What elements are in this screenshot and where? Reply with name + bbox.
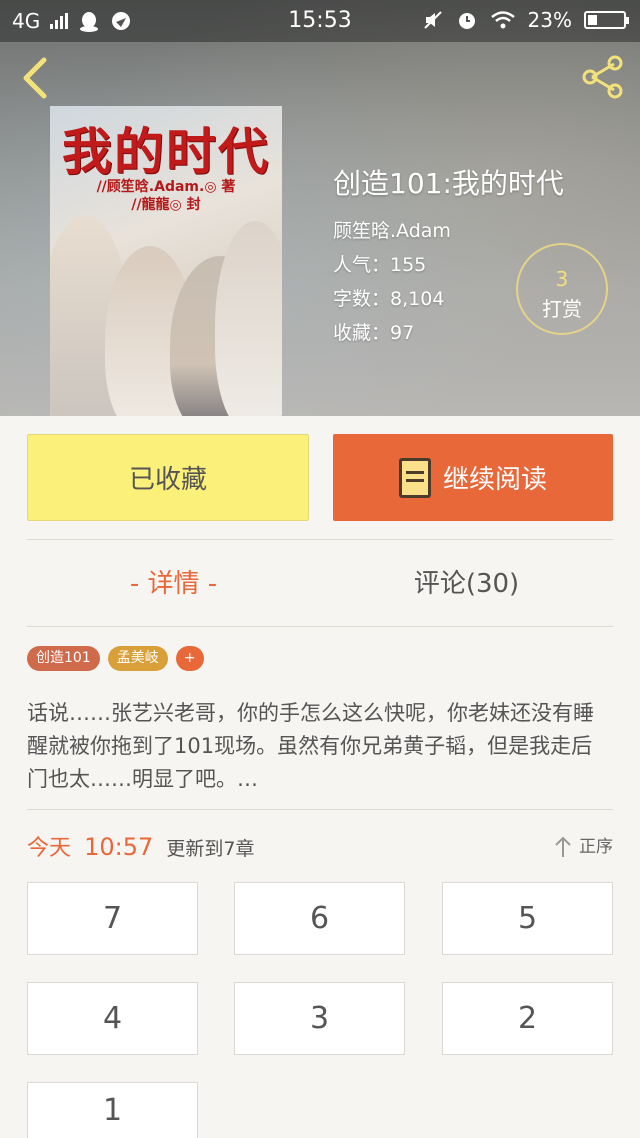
tag-item[interactable]: 创造101 — [27, 646, 100, 671]
wifi-icon — [490, 11, 515, 29]
tip-button[interactable]: 3 打赏 — [516, 243, 608, 335]
chevron-left-icon — [23, 57, 47, 99]
update-text: 更新到7章 — [166, 838, 255, 860]
add-tag-button[interactable]: + — [175, 646, 204, 671]
book-author: 顾笙晗.Adam — [333, 220, 451, 242]
chapter-button[interactable]: 3 — [234, 982, 405, 1055]
sort-order-button[interactable]: 正序 — [553, 827, 613, 867]
favorited-label: 已收藏 — [128, 465, 207, 495]
favorited-button[interactable]: 已收藏 — [27, 434, 309, 521]
arrow-up-icon — [555, 836, 571, 857]
chapter-button[interactable]: 7 — [27, 882, 198, 955]
update-day: 今天 — [27, 836, 72, 861]
tab-comments[interactable]: 评论(30) — [320, 556, 613, 612]
divider — [27, 626, 613, 627]
status-bar: 4G 15:53 23% — [0, 0, 640, 42]
book-cover: 我的时代 //顾笙晗.Adam.◎ 著 //龍龍◎ 封 — [50, 106, 282, 416]
continue-reading-label: 继续阅读 — [442, 465, 547, 495]
tag-list: 创造101 孟美岐 + — [27, 646, 204, 671]
chapter-button[interactable]: 1 — [27, 1082, 198, 1138]
battery-icon — [584, 11, 629, 29]
book-icon — [398, 457, 431, 498]
continue-reading-button[interactable]: 继续阅读 — [333, 434, 613, 521]
book-title: 创造101:我的时代 — [333, 167, 564, 200]
tip-label: 打赏 — [542, 297, 582, 321]
cover-title: 我的时代 — [62, 122, 270, 181]
update-info: 今天 10:57 更新到7章 正序 — [27, 827, 613, 867]
cover-author-line: //顾笙晗.Adam.◎ 著 — [96, 179, 236, 195]
cover-artist-line: //龍龍◎ 封 — [131, 197, 201, 213]
tab-detail[interactable]: - 详情 - — [27, 556, 320, 612]
chapter-button[interactable]: 2 — [442, 982, 613, 1055]
sort-label: 正序 — [579, 837, 613, 857]
mute-icon — [423, 11, 442, 29]
tip-count: 3 — [555, 267, 569, 291]
battery-percent: 23% — [527, 8, 572, 32]
book-description: 话说……张艺兴老哥，你的手怎么这么快呢，你老妹还没有睡醒就被你拖到了101现场。… — [27, 701, 594, 791]
back-button[interactable] — [16, 56, 56, 100]
chapter-button[interactable]: 4 — [27, 982, 198, 1055]
tag-item[interactable]: 孟美岐 — [107, 646, 168, 671]
share-button[interactable] — [578, 52, 628, 102]
share-icon — [582, 55, 623, 99]
chapter-button[interactable]: 6 — [234, 882, 405, 955]
chapter-button[interactable]: 5 — [442, 882, 613, 955]
alarm-icon — [458, 13, 475, 29]
divider — [27, 809, 613, 810]
divider — [27, 539, 613, 540]
book-header: 4G 15:53 23% 我的时代 //顾笙晗.Adam.◎ 著 //龍龍◎ 封… — [0, 0, 640, 416]
update-time: 10:57 — [84, 833, 154, 861]
